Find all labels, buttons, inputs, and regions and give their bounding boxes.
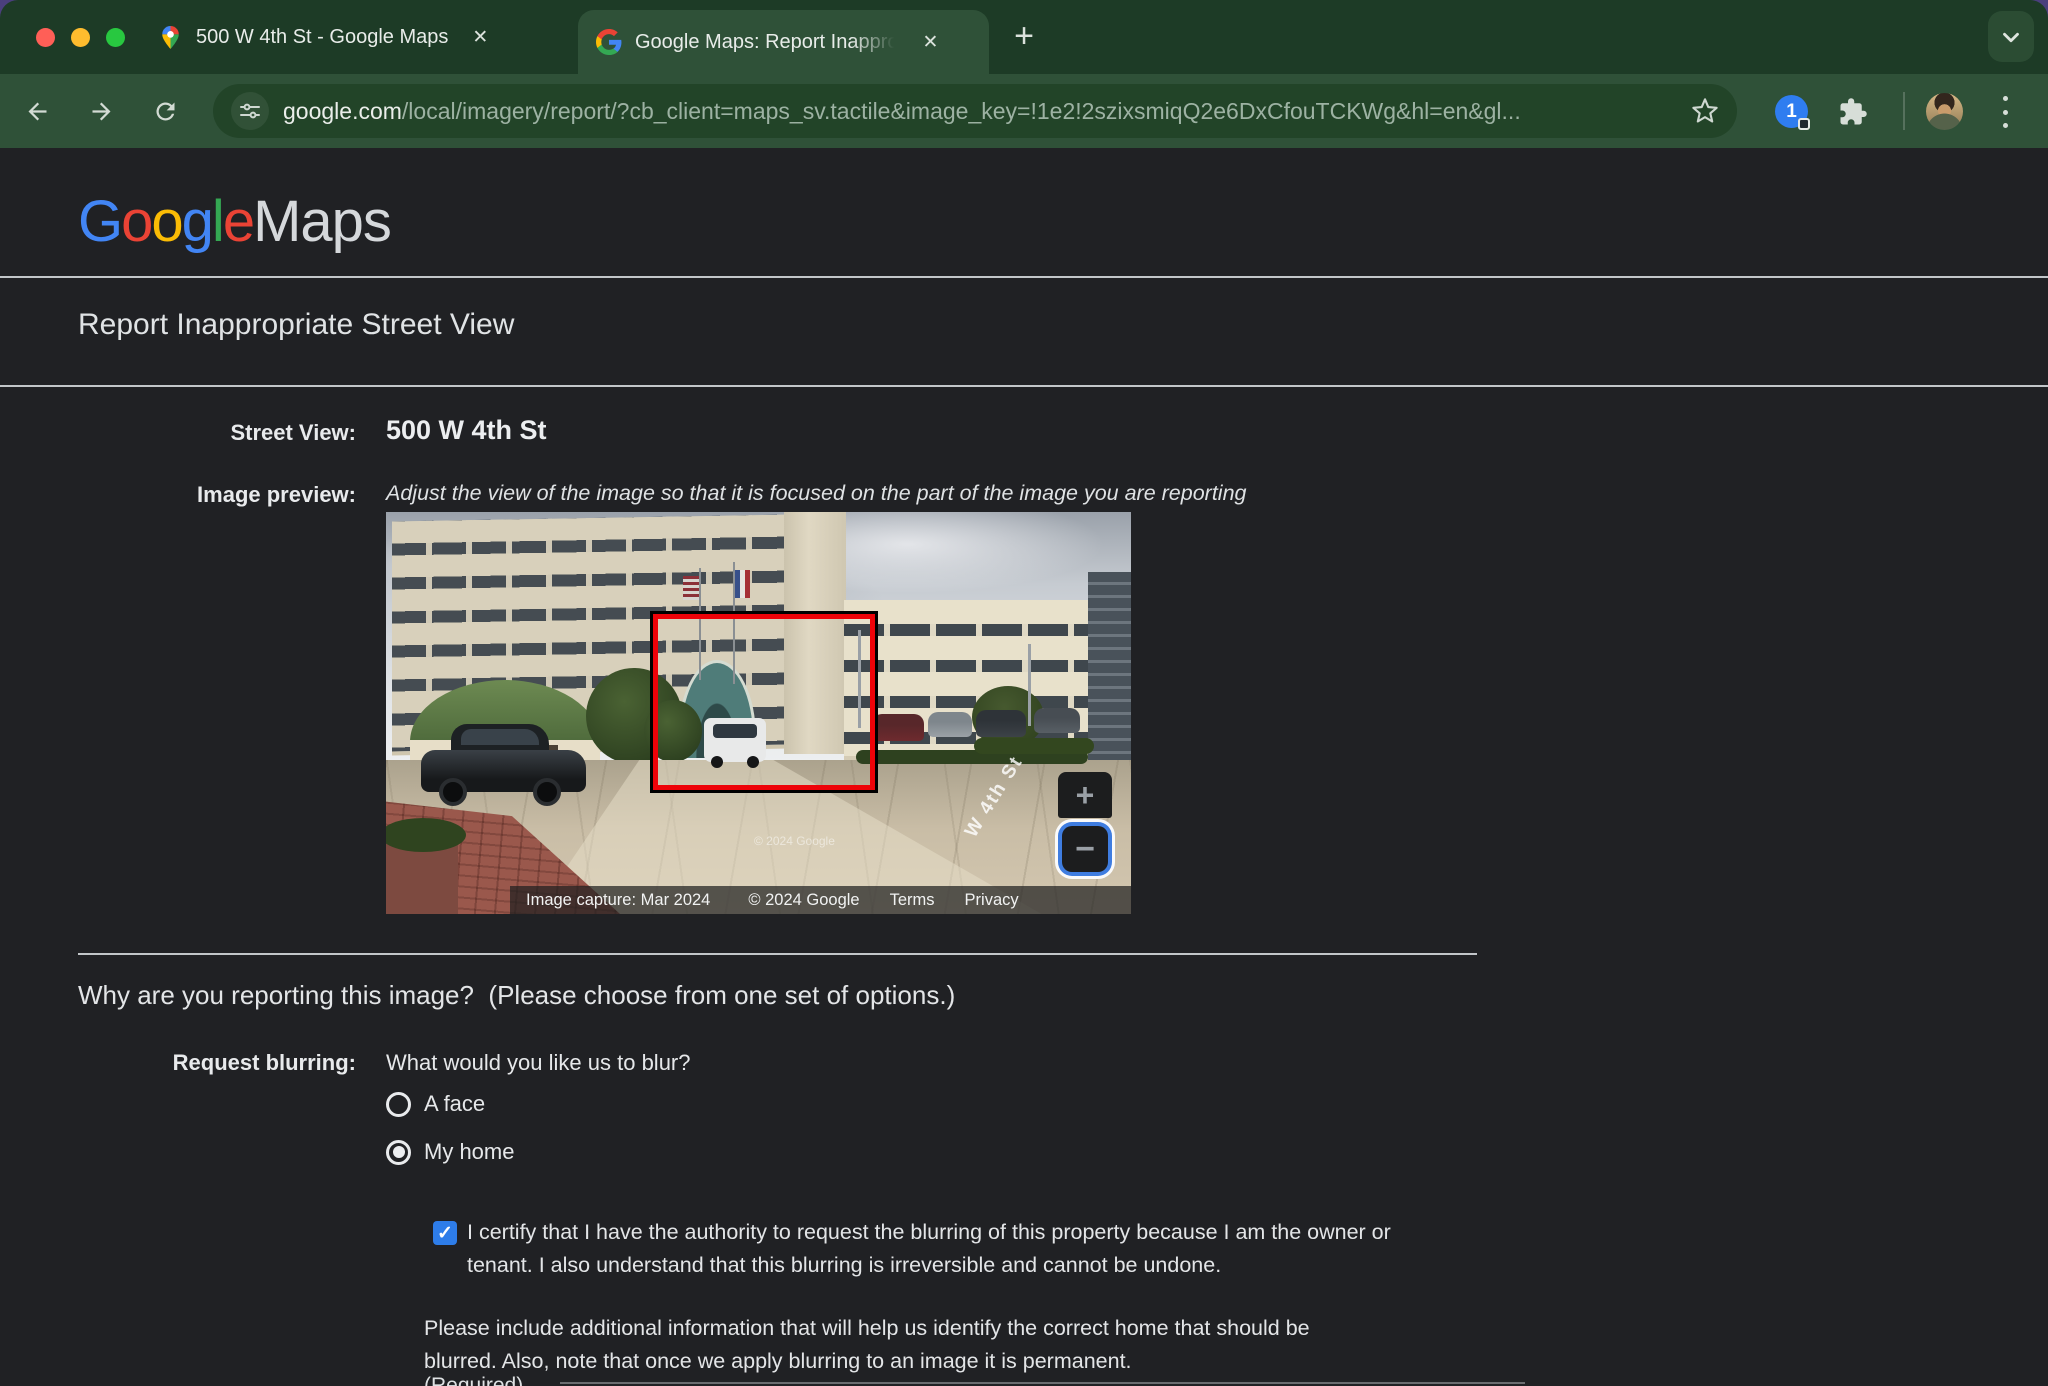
bookmark-star-icon[interactable] xyxy=(1691,97,1719,125)
chevron-down-icon xyxy=(2003,32,2019,42)
toolbar-divider xyxy=(1903,92,1905,130)
radio-option-a-face[interactable]: A face xyxy=(386,1091,485,1117)
blur-prompt: What would you like us to blur? xyxy=(386,1050,691,1075)
tune-icon xyxy=(240,103,260,119)
page-title: Report Inappropriate Street View xyxy=(78,308,515,341)
logo-letter: o xyxy=(151,189,183,254)
new-tab-button[interactable]: + xyxy=(1002,14,1046,58)
browser-window: 500 W 4th St - Google Maps ✕ Google Maps… xyxy=(0,0,2048,1386)
site-info-button[interactable] xyxy=(231,92,269,130)
zoom-out-button[interactable]: − xyxy=(1062,826,1108,872)
street-view-preview[interactable]: W 4th St © 2024 Google + − Image capture… xyxy=(386,512,1131,914)
url-path: /local/imagery/report/?cb_client=maps_sv… xyxy=(401,97,1521,124)
street-view-address: 500 W 4th St xyxy=(386,415,547,445)
profile-avatar[interactable] xyxy=(1926,93,1963,130)
photo-caption-bar: Image capture: Mar 2024 © 2024 Google Te… xyxy=(510,886,1131,914)
parked-car xyxy=(1034,708,1080,733)
image-preview-label: Image preview: xyxy=(197,482,356,507)
tab-streetview[interactable]: 500 W 4th St - Google Maps ✕ xyxy=(158,0,488,74)
lock-icon xyxy=(1798,118,1810,130)
radio-label: A face xyxy=(424,1091,486,1116)
certify-checkbox-checked[interactable]: ✓ xyxy=(433,1221,457,1245)
browser-menu-icon[interactable] xyxy=(2001,96,2009,128)
radio-selected-icon[interactable] xyxy=(386,1139,411,1165)
image-capture-date: Image capture: Mar 2024 xyxy=(526,890,711,909)
logo-letter: g xyxy=(181,189,214,254)
parked-car xyxy=(928,712,972,737)
tab-report-active[interactable]: Google Maps: Report Inappro ✕ xyxy=(578,10,989,74)
extensions-icon[interactable] xyxy=(1838,97,1868,127)
window-minimize-button[interactable] xyxy=(71,28,90,47)
onepassword-extension-icon[interactable]: 1 xyxy=(1775,95,1810,130)
report-selection-box[interactable] xyxy=(653,614,875,790)
tab-close-icon[interactable]: ✕ xyxy=(472,26,488,49)
onepassword-badge: 1 xyxy=(1786,100,1797,122)
url-text: google.com/local/imagery/report/?cb_clie… xyxy=(283,98,1679,125)
certify-text: I certify that I have the authority to r… xyxy=(467,1220,1391,1277)
google-g-icon xyxy=(596,29,622,55)
reload-icon[interactable] xyxy=(152,98,179,125)
maps-pin-icon xyxy=(162,25,179,49)
radio-unselected-icon[interactable] xyxy=(386,1091,411,1117)
tab-close-icon[interactable]: ✕ xyxy=(923,31,939,54)
tab-bar: 500 W 4th St - Google Maps ✕ Google Maps… xyxy=(0,0,2048,74)
request-blurring-label: Request blurring: xyxy=(172,1050,356,1075)
planter xyxy=(386,842,458,914)
address-bar[interactable]: google.com/local/imagery/report/?cb_clie… xyxy=(213,84,1737,138)
google-maps-logo: GoogleMaps xyxy=(78,188,392,255)
logo-letter: o xyxy=(121,189,153,254)
window-close-button[interactable] xyxy=(36,28,55,47)
required-label: (Required) xyxy=(424,1374,524,1386)
report-page: GoogleMaps Report Inappropriate Street V… xyxy=(0,148,2048,1386)
copyright-text: © 2024 Google xyxy=(748,890,860,909)
divider xyxy=(78,953,1477,955)
logo-letter: l xyxy=(211,189,225,254)
parked-car-dark xyxy=(421,724,586,806)
zoom-in-button[interactable]: + xyxy=(1058,772,1112,818)
radio-option-my-home[interactable]: My home xyxy=(386,1139,514,1165)
logo-letter: G xyxy=(78,189,123,254)
additional-info-textarea[interactable] xyxy=(560,1382,1525,1384)
forward-icon[interactable] xyxy=(88,98,115,125)
radio-label: My home xyxy=(424,1139,515,1164)
divider xyxy=(0,385,2048,387)
building-glass xyxy=(1088,572,1131,764)
privacy-link[interactable]: Privacy xyxy=(965,891,1019,910)
light-pole xyxy=(1028,644,1031,726)
url-domain: google.com xyxy=(283,97,402,124)
parked-car xyxy=(976,710,1026,737)
tab-title: 500 W 4th St - Google Maps xyxy=(196,25,449,48)
certify-row: ✓ I certify that I have the authority to… xyxy=(433,1216,1403,1282)
parked-car xyxy=(872,714,924,741)
window-zoom-button[interactable] xyxy=(106,28,125,47)
us-flag xyxy=(683,576,699,600)
terms-link[interactable]: Terms xyxy=(890,891,935,910)
texas-flag xyxy=(735,570,750,598)
report-question: Why are you reporting this image? (Pleas… xyxy=(78,980,956,1010)
browser-toolbar: google.com/local/imagery/report/?cb_clie… xyxy=(0,74,2048,148)
google-watermark: © 2024 Google xyxy=(754,834,835,848)
divider xyxy=(0,276,2048,278)
street-view-label: Street View: xyxy=(230,420,356,445)
tab-search-chevron-button[interactable] xyxy=(1988,11,2034,62)
logo-suffix: Maps xyxy=(253,189,392,254)
logo-letter: e xyxy=(222,189,255,254)
image-preview-instruction: Adjust the view of the image so that it … xyxy=(386,481,1247,505)
back-icon[interactable] xyxy=(24,98,51,125)
additional-info-text: Please include additional information th… xyxy=(424,1316,1310,1373)
tab-title: Google Maps: Report Inappro xyxy=(635,30,899,53)
